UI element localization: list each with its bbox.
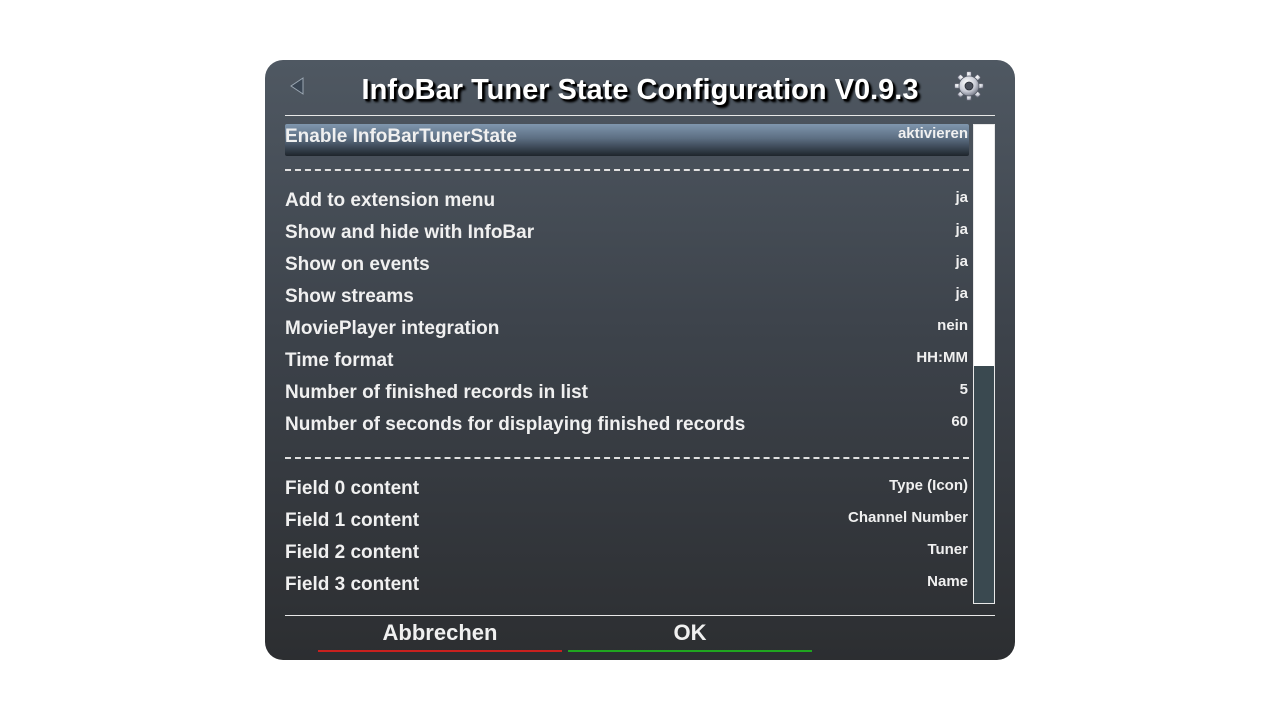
ok-button[interactable]: OK: [568, 620, 812, 652]
setting-value: Channel Number: [847, 509, 968, 526]
setting-row-show-streams[interactable]: Show streams ja: [285, 284, 969, 316]
green-key-indicator: [568, 650, 812, 652]
setting-label: MoviePlayer integration: [285, 318, 500, 339]
setting-value: ja: [955, 253, 968, 270]
setting-value: ja: [955, 189, 968, 206]
setting-value: ja: [955, 285, 968, 302]
setting-label: Field 2 content: [285, 542, 420, 563]
red-key-indicator: [318, 650, 562, 652]
setting-label: Add to extension menu: [285, 190, 496, 211]
setting-label: Number of finished records in list: [285, 382, 588, 403]
setting-row-finished-seconds[interactable]: Number of seconds for displaying finishe…: [285, 412, 969, 444]
window-title: InfoBar Tuner State Configuration V0.9.3: [361, 74, 919, 106]
gear-icon[interactable]: [953, 70, 985, 102]
setting-label: Enable InfoBarTunerState: [285, 126, 517, 147]
list-separator: [285, 169, 969, 171]
setting-label: Show and hide with InfoBar: [285, 222, 535, 243]
setting-row-show-hide-infobar[interactable]: Show and hide with InfoBar ja: [285, 220, 969, 252]
footer-divider: [285, 615, 995, 616]
setting-row-field-3[interactable]: Field 3 content Name: [285, 572, 969, 604]
scrollbar-thumb[interactable]: [974, 366, 994, 603]
setting-row-enable[interactable]: Enable InfoBarTunerState aktivieren: [285, 124, 969, 156]
setting-label: Time format: [285, 350, 394, 371]
setting-value: aktivieren: [897, 125, 968, 142]
setting-value: Type (Icon): [889, 477, 968, 494]
setting-value: nein: [937, 317, 968, 334]
setting-row-time-format[interactable]: Time format HH:MM: [285, 348, 969, 380]
setting-row-extension-menu[interactable]: Add to extension menu ja: [285, 188, 969, 220]
setting-label: Field 0 content: [285, 478, 420, 499]
setting-label: Field 1 content: [285, 510, 420, 531]
setting-row-field-1[interactable]: Field 1 content Channel Number: [285, 508, 969, 540]
setting-value: 60: [951, 413, 968, 430]
settings-list: Enable InfoBarTunerState aktivieren Add …: [285, 124, 969, 606]
setting-row-finished-records[interactable]: Number of finished records in list 5: [285, 380, 969, 412]
cancel-button-label: Abbrechen: [382, 620, 498, 645]
setting-label: Show on events: [285, 254, 430, 275]
setting-row-field-2[interactable]: Field 2 content Tuner: [285, 540, 969, 572]
setting-value: Tuner: [927, 541, 968, 558]
setting-row-movieplayer[interactable]: MoviePlayer integration nein: [285, 316, 969, 348]
setting-value: ja: [955, 221, 968, 238]
ok-button-label: OK: [673, 620, 707, 645]
setting-label: Field 3 content: [285, 574, 420, 595]
setting-label: Show streams: [285, 286, 414, 307]
list-separator: [285, 457, 969, 459]
title-divider: [285, 115, 995, 116]
list-scrollbar[interactable]: [973, 124, 995, 604]
cancel-button[interactable]: Abbrechen: [318, 620, 562, 652]
config-window: InfoBar Tuner State Configuration V0.9.3…: [265, 60, 1015, 660]
setting-label: Number of seconds for displaying finishe…: [285, 414, 746, 435]
setting-row-show-on-events[interactable]: Show on events ja: [285, 252, 969, 284]
setting-row-field-0[interactable]: Field 0 content Type (Icon): [285, 476, 969, 508]
setting-value: HH:MM: [916, 349, 968, 366]
setting-value: 5: [959, 381, 968, 398]
setting-value: Name: [927, 573, 968, 590]
